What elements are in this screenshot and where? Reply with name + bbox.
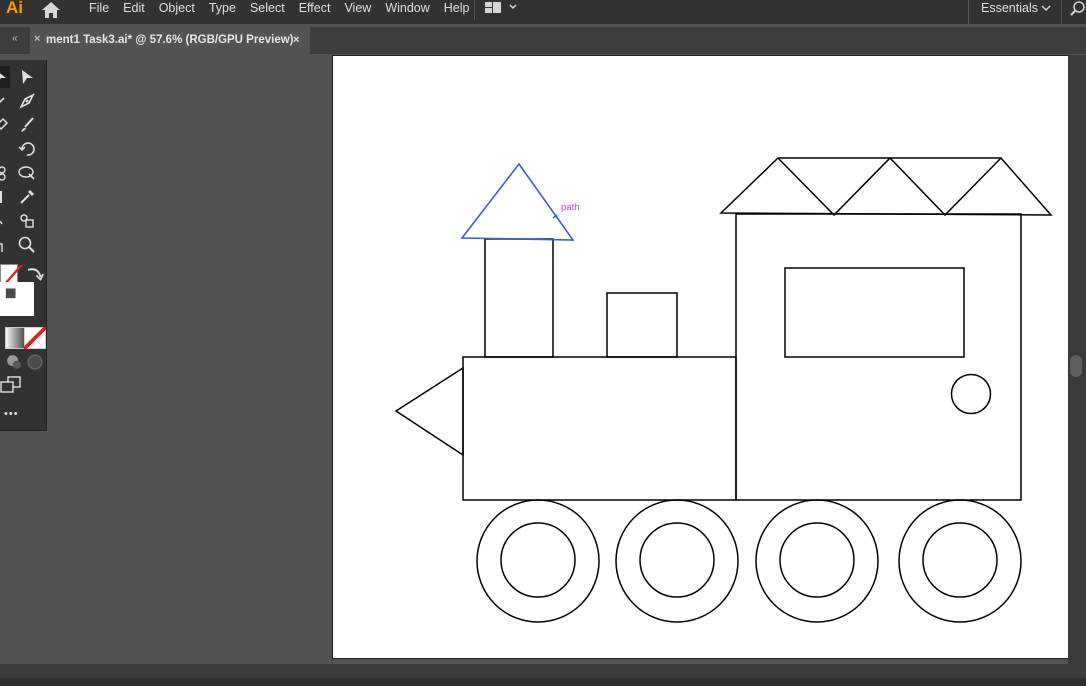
wheel-1-outer [476, 499, 600, 623]
screen-mode-icon[interactable] [0, 374, 22, 393]
chimney-rect [484, 238, 554, 358]
document-tab[interactable]: × ment1 Task3.ai* @ 57.6% (RGB/GPU Previ… [30, 27, 310, 54]
train-drawing[interactable] [332, 55, 1067, 657]
document-tab-title: ment1 Task3.ai* @ 57.6% (RGB/GPU Preview… [46, 34, 294, 46]
roof-truss [777, 156, 1002, 217]
hand-tool-icon[interactable] [0, 234, 14, 256]
document-tab-bar: « × ment1 Task3.ai* @ 57.6% (RGB/GPU Pre… [0, 27, 1086, 54]
home-icon[interactable] [38, 0, 64, 20]
status-bar [0, 678, 1086, 686]
menu-file[interactable]: File [82, 0, 116, 24]
roof-trapezoid [719, 157, 1053, 216]
swap-fill-stroke-icon[interactable] [24, 263, 44, 281]
smart-guide-path-label: path [561, 202, 580, 213]
tools-panel: ••• [0, 60, 48, 431]
menu-edit[interactable]: Edit [116, 0, 152, 24]
workspace-switcher[interactable]: Essentials [968, 0, 1062, 24]
none-mode-icon[interactable] [22, 325, 48, 351]
eyedropper-tool-icon[interactable] [16, 186, 38, 208]
fill-none-swatch[interactable] [0, 264, 23, 288]
shape-tool-icon[interactable] [0, 114, 14, 136]
wheel-4-inner [922, 522, 998, 598]
zoom-tool-icon[interactable] [16, 234, 38, 256]
dome-rect [606, 292, 678, 358]
menu-bar: Ai File Edit Object Type Select Effect V… [0, 0, 1086, 24]
gradient-mode-icon[interactable] [4, 326, 28, 350]
menu-help[interactable]: Help [437, 0, 477, 24]
menu-type[interactable]: Type [202, 0, 243, 24]
menu-view[interactable]: View [337, 0, 378, 24]
cab-window-rect [784, 267, 965, 358]
stroke-color-swatch[interactable] [0, 282, 34, 316]
edit-toolbar-icon[interactable]: ••• [4, 408, 26, 430]
tab-left-close-icon[interactable]: × [34, 33, 40, 45]
collapse-panel-icon[interactable]: « [12, 33, 18, 44]
eraser-tool-icon[interactable] [0, 138, 14, 160]
draw-behind-icon[interactable] [24, 351, 43, 370]
chevron-down-icon [1041, 5, 1051, 12]
menu-effect[interactable]: Effect [292, 0, 338, 24]
menu-select[interactable]: Select [243, 0, 292, 24]
wheel-2-outer [615, 499, 739, 623]
main-menu: File Edit Object Type Select Effect View… [82, 0, 477, 24]
paintbrush-tool-icon[interactable] [16, 114, 38, 136]
arrange-documents-button[interactable] [474, 0, 525, 20]
selected-triangle-path [460, 162, 575, 241]
blend-tool-icon[interactable] [0, 210, 14, 232]
boiler-rect [462, 356, 737, 501]
direct-selection-tool-icon[interactable] [16, 66, 38, 88]
wheel-4-outer [898, 499, 1022, 623]
draw-normal-icon[interactable] [3, 351, 21, 369]
rotate-tool-icon[interactable] [16, 138, 38, 160]
gradient-tool-icon[interactable] [0, 186, 14, 208]
wheel-2-inner [639, 522, 715, 598]
wheel-1-inner [500, 522, 576, 598]
workspace-label: Essentials [981, 1, 1038, 15]
front-cone-triangle [394, 366, 464, 457]
vertical-scroll-thumb[interactable] [1070, 355, 1082, 377]
selection-tool-icon[interactable] [0, 66, 10, 88]
app-logo: Ai [6, 0, 23, 17]
magic-wand-tool-icon[interactable] [0, 90, 14, 112]
shape-builder-tool-icon[interactable] [16, 162, 38, 184]
symbol-sprayer-tool-icon[interactable] [16, 210, 38, 232]
cab-porthole [950, 373, 992, 415]
menu-window[interactable]: Window [378, 0, 436, 24]
vertical-scrollbar[interactable] [1068, 55, 1086, 665]
pen-tool-icon[interactable] [16, 90, 38, 112]
wheel-3-outer [755, 499, 879, 623]
width-tool-icon[interactable] [0, 162, 14, 184]
wheel-3-inner [779, 522, 855, 598]
search-icon[interactable] [1070, 0, 1086, 20]
menu-object[interactable]: Object [152, 0, 202, 24]
tab-close-icon[interactable]: × [293, 34, 299, 46]
